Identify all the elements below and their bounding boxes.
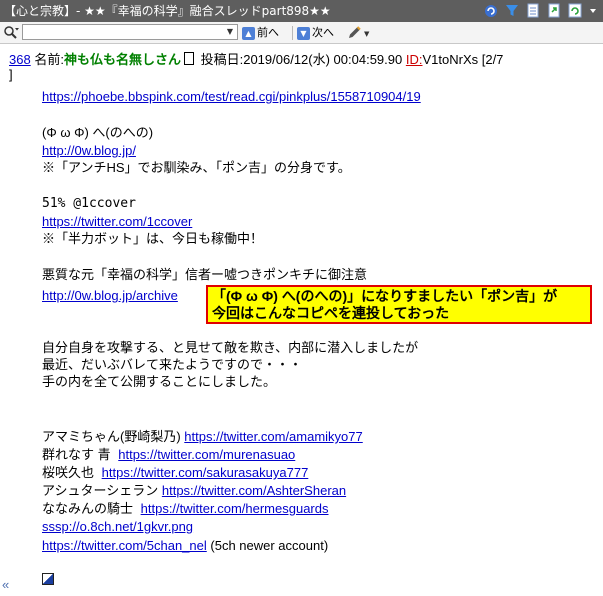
reload-icon[interactable] <box>568 3 582 18</box>
blog-link[interactable]: http://0w.blog.jp/ <box>42 142 136 159</box>
filter-icon[interactable] <box>505 3 519 18</box>
archive-link[interactable]: http://0w.blog.jp/archive <box>42 287 178 304</box>
window-title: 【心と宗教】- ★★『幸福の科学』融合スレッドpart898★★ <box>4 4 331 18</box>
twitter-link[interactable]: https://twitter.com/1ccover <box>42 213 192 230</box>
body-text: 51% @1ccover <box>42 196 136 211</box>
image-link[interactable]: sssp://o.8ch.net/1gkvr.png <box>42 518 193 535</box>
arrow-up-icon: ▲ <box>242 26 255 40</box>
search-input[interactable]: ▼ <box>22 24 238 40</box>
document-icon[interactable] <box>526 3 540 18</box>
header-bracket: ] <box>9 67 13 82</box>
menu-dropdown-icon[interactable] <box>589 3 597 18</box>
body-text: ※「半力ボット」は、今日も稼働中！ <box>42 231 264 246</box>
id-label-link[interactable]: ID: <box>406 52 423 67</box>
body-text: 最近、だいぶバレて来たようですので・・・ <box>42 357 303 372</box>
account-row: アシュターシェラン https://twitter.com/AshterSher… <box>42 483 347 498</box>
body-text: (Φ ω Φ) へ(のへの) <box>42 125 154 140</box>
collapse-icon[interactable]: « <box>2 577 9 592</box>
account-link[interactable]: https://twitter.com/5chan_nel <box>42 538 207 553</box>
post-header: 368 名前:神も仏も名無しさん 投稿日:2019/06/12(水) 00:04… <box>9 52 504 67</box>
arrow-down-icon: ▼ <box>297 26 310 40</box>
search-icon[interactable] <box>3 25 19 40</box>
refresh-circle-icon[interactable] <box>484 3 498 18</box>
account-link[interactable]: https://twitter.com/hermesguards <box>141 501 329 516</box>
mail-icon <box>183 52 194 65</box>
body-text: ※「アンチHS」でお馴染み、「ポン吉」の分身です。 <box>42 160 351 175</box>
account-link[interactable]: https://twitter.com/amamikyo77 <box>184 429 362 444</box>
callout-line: 「(Φ ω Φ) へ(のへの)」になりすましたい「ポン吉」が <box>212 288 558 304</box>
account-row: アマミちゃん(野崎梨乃) https://twitter.com/amamiky… <box>42 429 363 444</box>
account-link[interactable]: https://twitter.com/AshterSheran <box>162 483 346 498</box>
callout-line: 今回はこんなコピペを連投しておった <box>212 305 450 321</box>
prev-button[interactable]: ▲ 前へ <box>242 25 279 41</box>
next-button[interactable]: ▼ 次へ <box>297 25 334 41</box>
source-link[interactable]: https://phoebe.bbspink.com/test/read.cgi… <box>42 88 421 105</box>
post-number-link[interactable]: 368 <box>9 52 31 67</box>
image-thumbnail-icon[interactable] <box>42 573 54 585</box>
body-text: 悪質な元「幸福の科学」信者ー嘘つきポンキチに御注意 <box>42 267 368 282</box>
account-row: 群れなす 青 https://twitter.com/murenasuao <box>42 447 296 462</box>
account-link[interactable]: https://twitter.com/sakurasakuya777 <box>102 465 309 480</box>
thread-view: 368 名前:神も仏も名無しさん 投稿日:2019/06/12(水) 00:04… <box>0 45 603 596</box>
browser-window: 【心と宗教】- ★★『幸福の科学』融合スレッドpart898★★ ▼ ▲ 前へ … <box>0 0 603 596</box>
poster-id: V1toNrXs [2/7 <box>422 52 504 67</box>
chevron-down-icon[interactable]: ▼ <box>223 25 237 39</box>
export-icon[interactable] <box>547 3 561 18</box>
toolbar-divider <box>292 26 293 40</box>
account-row: https://twitter.com/5chan_nel (5ch newer… <box>42 538 329 553</box>
account-row: 桜咲久也 https://twitter.com/sakurasakuya777 <box>42 465 309 480</box>
post-date: 2019/06/12(水) 00:04:59.90 <box>243 52 403 67</box>
dropdown-icon[interactable]: ▼ <box>364 30 369 38</box>
body-text: 自分自身を攻撃する、と見せて敵を欺き、内部に潜入しましたが <box>42 340 419 355</box>
poster-name[interactable]: 神も仏も名無しさん <box>64 52 181 67</box>
account-row: ななみんの騎士 https://twitter.com/hermesguards <box>42 501 329 516</box>
body-text: 手の内を全て公開することにしました。 <box>42 374 277 389</box>
annotation-callout: 「(Φ ω Φ) へ(のへの)」になりすましたい「ポン吉」が 今回はこんなコピペ… <box>206 285 592 324</box>
title-toolbar <box>484 3 597 18</box>
pen-icon[interactable] <box>347 25 362 40</box>
account-link[interactable]: https://twitter.com/murenasuao <box>118 447 295 462</box>
search-toolbar: ▼ ▲ 前へ ▼ 次へ ▼ <box>0 22 603 44</box>
title-bar: 【心と宗教】- ★★『幸福の科学』融合スレッドpart898★★ <box>0 0 603 22</box>
